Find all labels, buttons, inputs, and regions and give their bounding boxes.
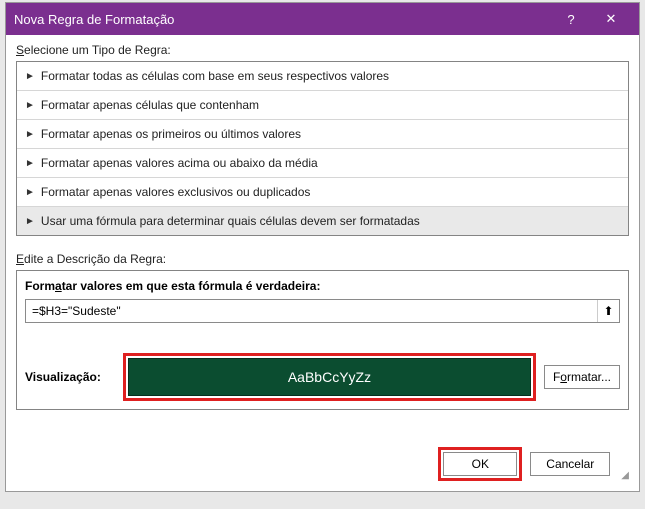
edit-box: Formatar valores em que esta fórmula é v… <box>16 270 629 410</box>
preview-sample: AaBbCcYyZz <box>128 358 531 396</box>
arrow-icon: ► <box>25 71 35 82</box>
titlebar-buttons: ? ✕ <box>551 3 631 35</box>
rule-type-item[interactable]: ► Formatar apenas células que contenham <box>17 91 628 120</box>
formula-input-wrap: ⬆ <box>25 299 620 323</box>
rule-type-item[interactable]: ► Formatar todas as células com base em … <box>17 62 628 91</box>
close-button[interactable]: ✕ <box>591 3 631 35</box>
rule-type-item-label: Formatar apenas valores exclusivos ou du… <box>41 185 310 199</box>
preview-row: Visualização: AaBbCcYyZz Formatar... <box>25 353 620 401</box>
dialog-buttons: OK Cancelar ◢ <box>6 439 639 491</box>
range-selector-button[interactable]: ⬆ <box>597 300 619 322</box>
rule-type-item[interactable]: ► Usar uma fórmula para determinar quais… <box>17 207 628 235</box>
format-button[interactable]: Formatar... <box>544 365 620 389</box>
rule-type-item-label: Formatar todas as células com base em se… <box>41 69 389 83</box>
dialog-body: Selecione um Tipo de Regra: ► Formatar t… <box>6 35 639 439</box>
collapse-dialog-icon: ⬆ <box>603 304 613 318</box>
rule-type-label: Selecione um Tipo de Regra: <box>16 43 629 57</box>
preview-label: Visualização: <box>25 370 115 384</box>
edit-description-label: Edite a Descrição da Regra: <box>16 252 629 266</box>
cancel-button[interactable]: Cancelar <box>530 452 610 476</box>
titlebar: Nova Regra de Formatação ? ✕ <box>6 3 639 35</box>
rule-type-item-label: Usar uma fórmula para determinar quais c… <box>41 214 420 228</box>
resize-grip-icon[interactable]: ◢ <box>621 470 629 481</box>
ok-highlight: OK <box>438 447 522 481</box>
arrow-icon: ► <box>25 158 35 169</box>
formula-label: Formatar valores em que esta fórmula é v… <box>25 279 620 293</box>
rule-type-item[interactable]: ► Formatar apenas valores acima ou abaix… <box>17 149 628 178</box>
rule-type-item-label: Formatar apenas os primeiros ou últimos … <box>41 127 301 141</box>
preview-highlight: AaBbCcYyZz <box>123 353 536 401</box>
arrow-icon: ► <box>25 129 35 140</box>
arrow-icon: ► <box>25 216 35 227</box>
ok-button[interactable]: OK <box>443 452 517 476</box>
help-button[interactable]: ? <box>551 3 591 35</box>
rule-type-list: ► Formatar todas as células com base em … <box>16 61 629 236</box>
arrow-icon: ► <box>25 100 35 111</box>
rule-type-item[interactable]: ► Formatar apenas valores exclusivos ou … <box>17 178 628 207</box>
new-formatting-rule-dialog: Nova Regra de Formatação ? ✕ Selecione u… <box>5 2 640 492</box>
rule-type-item-label: Formatar apenas células que contenham <box>41 98 259 112</box>
rule-type-item-label: Formatar apenas valores acima ou abaixo … <box>41 156 318 170</box>
formula-input[interactable] <box>26 300 597 322</box>
rule-type-item[interactable]: ► Formatar apenas os primeiros ou último… <box>17 120 628 149</box>
edit-section: Edite a Descrição da Regra: Formatar val… <box>16 252 629 410</box>
dialog-title: Nova Regra de Formatação <box>14 12 551 27</box>
arrow-icon: ► <box>25 187 35 198</box>
